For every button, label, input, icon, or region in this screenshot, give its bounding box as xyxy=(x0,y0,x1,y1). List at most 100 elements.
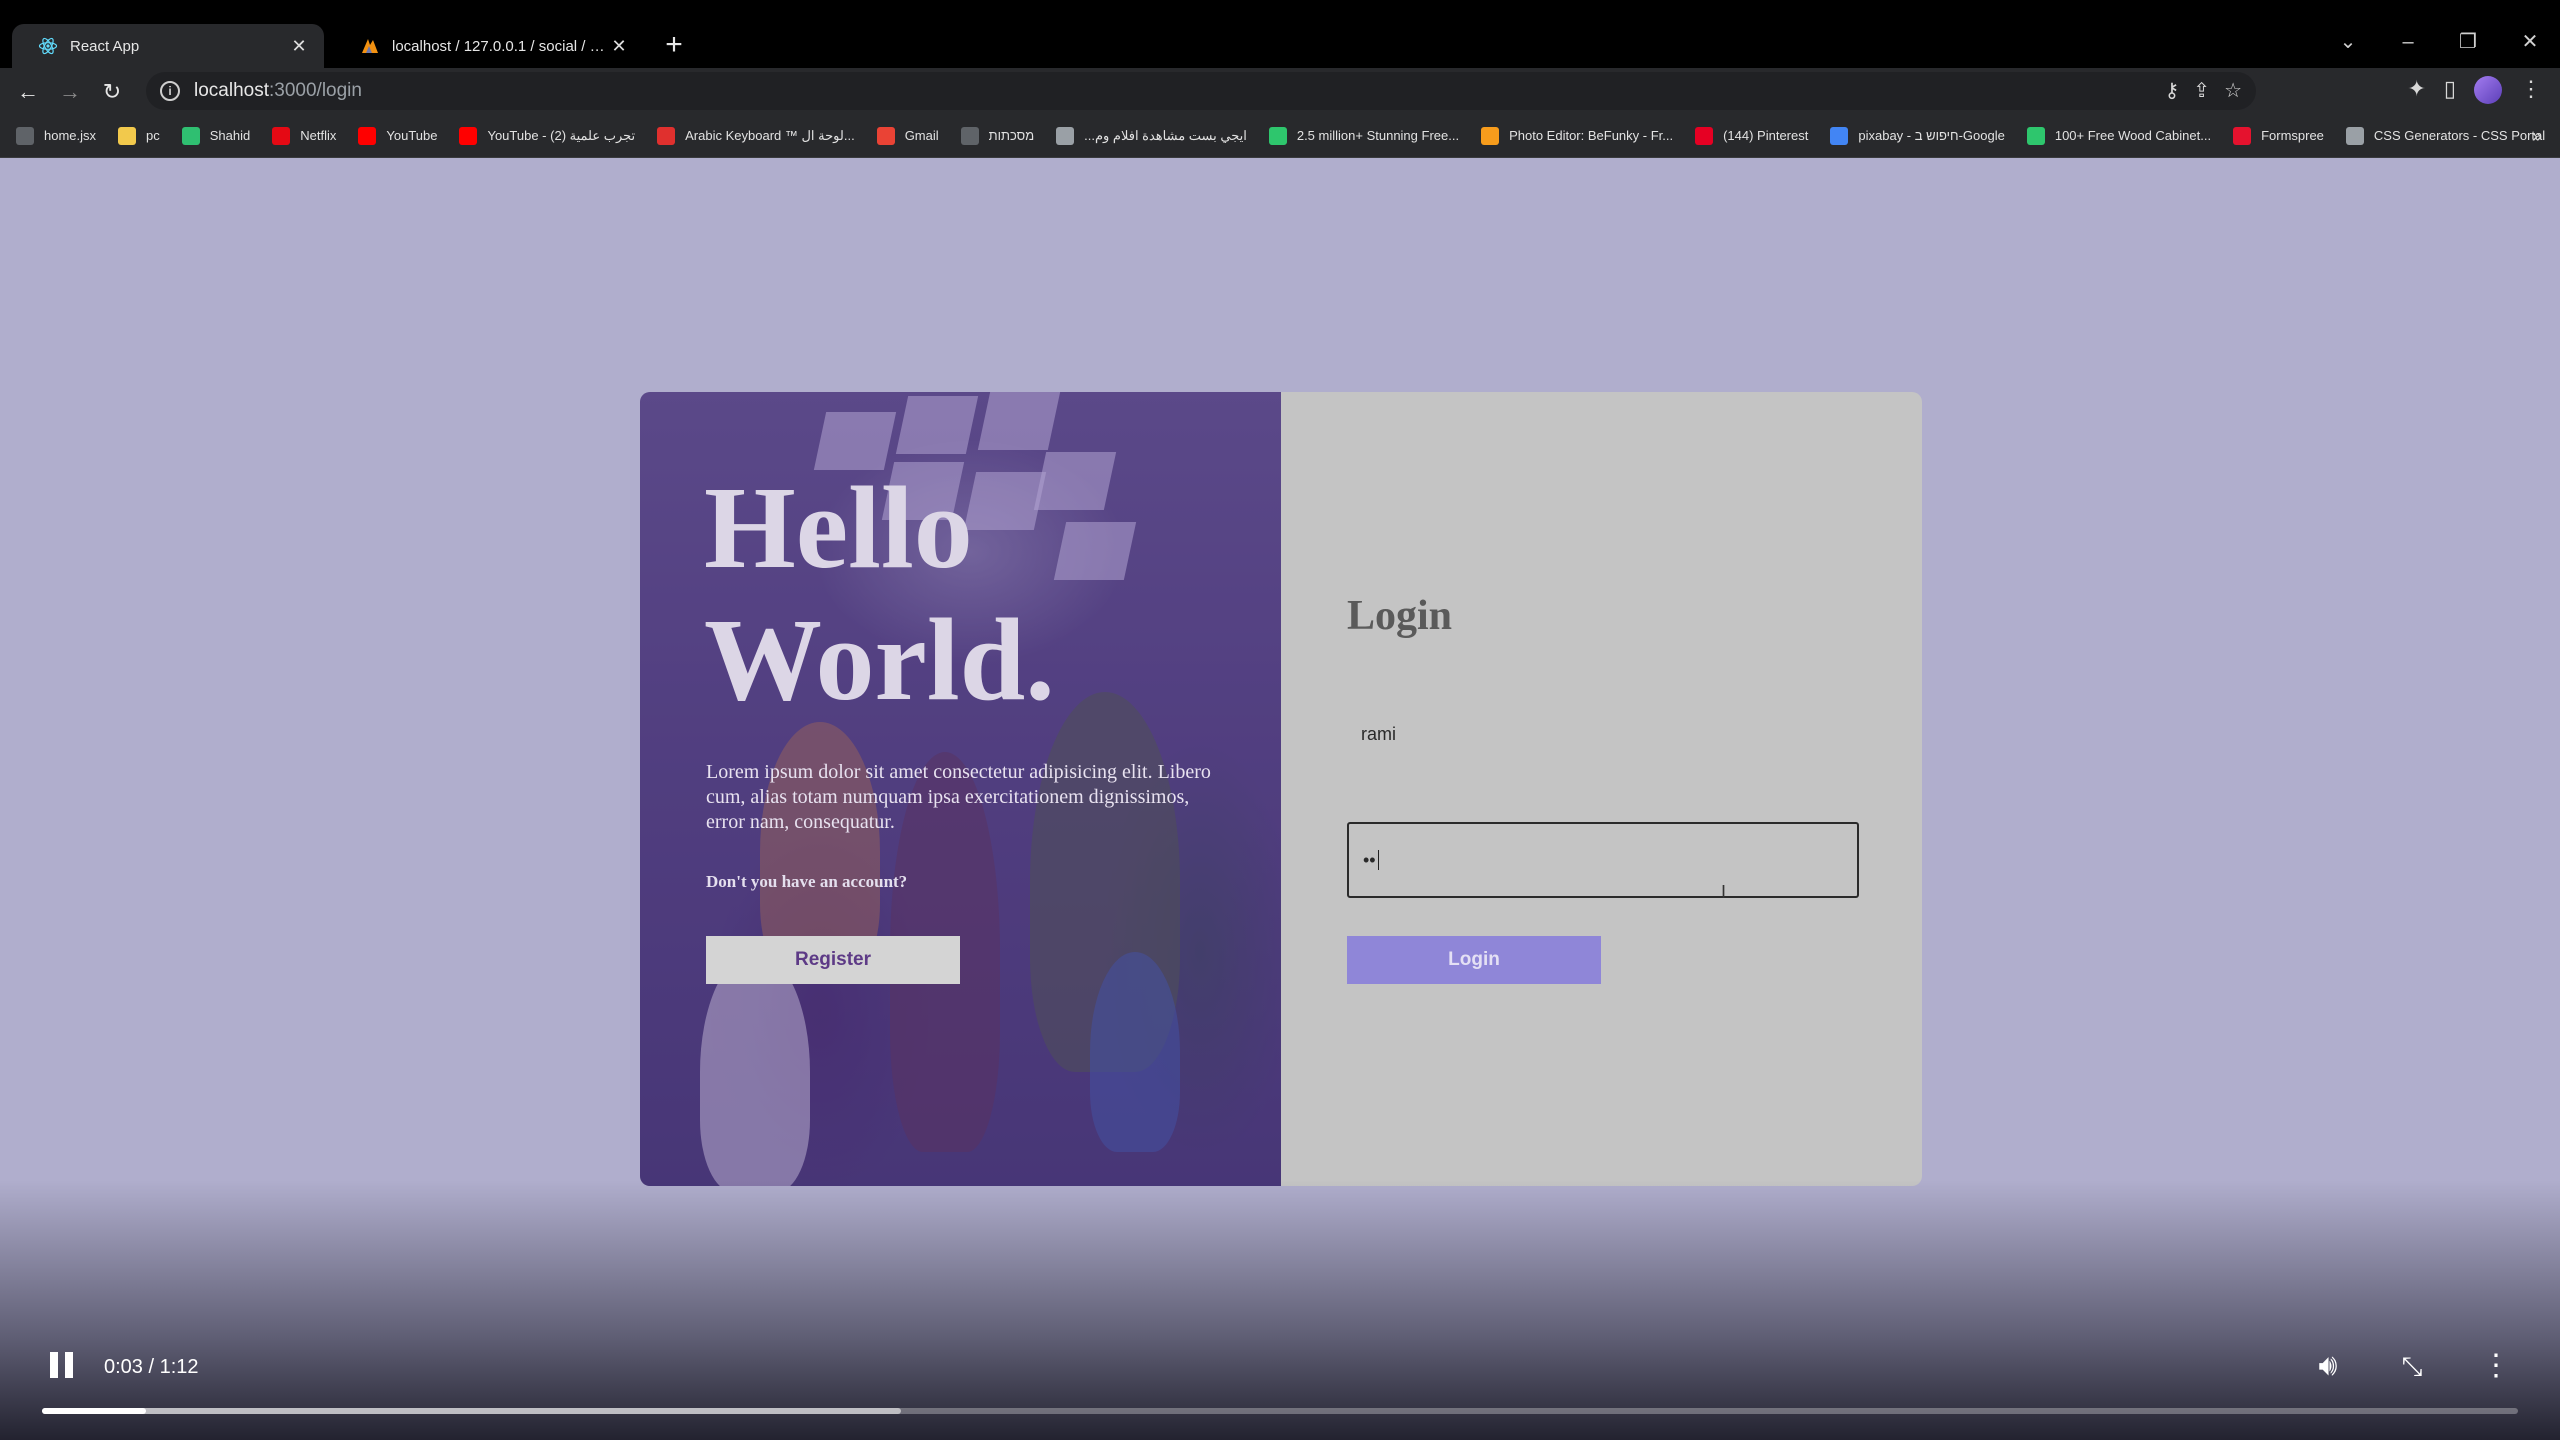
bookmark-label: Gmail xyxy=(904,128,939,143)
played-bar xyxy=(42,1408,146,1414)
youtube-icon xyxy=(358,126,377,145)
info-icon[interactable]: i xyxy=(160,81,180,101)
browser-toolbar: ← → ↻ i localhost:3000/login ⚷ ⇪ ☆ ✦ ▯ ⋮ xyxy=(0,68,2560,114)
bookmark-item[interactable]: Gmail xyxy=(876,126,939,145)
video-time: 0:03 / 1:12 xyxy=(104,1356,199,1378)
buffered-bar xyxy=(42,1408,902,1414)
pinterest-icon xyxy=(1695,126,1714,145)
hero-heading: Hello World. xyxy=(704,462,1055,725)
gmail-icon xyxy=(876,126,895,145)
folder-icon xyxy=(118,126,137,145)
pen-icon xyxy=(960,126,979,145)
shahid-icon xyxy=(181,126,200,145)
hero-panel: Hello World. Lorem ipsum dolor sit amet … xyxy=(640,392,1281,1186)
youtube-icon xyxy=(459,126,478,145)
text-cursor-icon: I xyxy=(1721,882,1727,902)
bookmark-label: Netflix xyxy=(300,128,337,143)
bookmark-item[interactable]: YouTube xyxy=(358,126,438,145)
bookmark-label: 100+ Free Wood Cabinet... xyxy=(2054,128,2212,143)
bookmark-item[interactable]: pixabay - חיפוש ב-Google xyxy=(1830,126,2005,145)
back-icon[interactable]: ← xyxy=(12,76,44,108)
film-icon xyxy=(1056,126,1075,145)
befunky-icon xyxy=(1481,126,1500,145)
address-bar[interactable]: i localhost:3000/login ⚷ ⇪ ☆ xyxy=(146,72,2256,110)
bookmark-item[interactable]: Arabic Keyboard ™ لوحة ال... xyxy=(657,126,855,145)
bookmark-label: Formspree xyxy=(2261,128,2324,143)
netflix-icon xyxy=(272,126,291,145)
close-icon[interactable]: ✕ xyxy=(608,35,630,57)
login-card: Hello World. Lorem ipsum dolor sit amet … xyxy=(640,392,1922,1186)
bookmark-label: pc xyxy=(146,128,160,143)
bookmark-item[interactable]: 100+ Free Wood Cabinet... xyxy=(2026,126,2212,145)
tab-search-icon[interactable]: ⌄ xyxy=(2328,26,2368,58)
extensions-icon[interactable]: ✦ xyxy=(2407,76,2425,104)
register-button[interactable]: Register xyxy=(706,936,960,984)
cssportal-icon xyxy=(2345,126,2364,145)
username-input[interactable]: rami xyxy=(1347,714,1857,754)
bookmark-item[interactable]: Photo Editor: BeFunky - Fr... xyxy=(1481,126,1674,145)
no-account-text: Don't you have an account? xyxy=(706,872,908,891)
bookmark-item[interactable]: Shahid xyxy=(181,126,250,145)
google-icon xyxy=(1830,126,1849,145)
bookmark-item[interactable]: home.jsx xyxy=(16,126,97,145)
bookmarks-bar: home.jsx pc Shahid Netflix YouTube YouTube - … xyxy=(0,114,2560,158)
phpmyadmin-icon xyxy=(360,36,380,56)
pixabay-icon xyxy=(1268,126,1287,145)
tab-title: React App xyxy=(70,37,140,55)
reload-icon[interactable]: ↻ xyxy=(96,76,128,108)
bookmark-label: Arabic Keyboard ™ لوحة ال... xyxy=(685,127,855,143)
pixabay-icon xyxy=(2026,126,2045,145)
browser-tab-bar: React App ✕ localhost / 127.0.0.1 / soci… xyxy=(0,0,2560,68)
bookmark-item[interactable]: Netflix xyxy=(272,126,337,145)
bookmark-item[interactable]: מסכתות xyxy=(960,126,1035,145)
volume-icon[interactable]: 🔊︎ xyxy=(2308,1348,2348,1384)
bookmark-item[interactable]: (144) Pinterest xyxy=(1695,126,1809,145)
bookmark-item[interactable]: Formspree xyxy=(2233,126,2324,145)
bookmark-label: Photo Editor: BeFunky - Fr... xyxy=(1509,128,1674,143)
bookmark-item[interactable]: pc xyxy=(118,126,160,145)
avatar[interactable] xyxy=(2474,76,2502,104)
exit-fullscreen-icon[interactable]: ⤡ xyxy=(2392,1348,2432,1384)
login-button[interactable]: Login xyxy=(1347,936,1601,984)
bookmark-label: home.jsx xyxy=(44,128,97,143)
video-progress-bar[interactable] xyxy=(42,1408,2518,1414)
new-tab-button[interactable]: + xyxy=(658,30,690,62)
keyboard-icon xyxy=(657,126,676,145)
bookmark-item[interactable]: CSS Generators - CSS Portal xyxy=(2345,126,2546,145)
bookmark-label: CSS Generators - CSS Portal xyxy=(2373,128,2546,143)
more-options-icon[interactable]: ⋮ xyxy=(2476,1348,2516,1384)
tab-react-app[interactable]: React App ✕ xyxy=(12,24,324,68)
formspree-icon xyxy=(2233,126,2252,145)
share-icon[interactable]: ⇪ xyxy=(2193,78,2210,103)
side-panel-icon[interactable]: ▯ xyxy=(2444,76,2456,104)
close-window-button[interactable]: ✕ xyxy=(2510,26,2550,58)
login-title: Login xyxy=(1347,593,1453,639)
menu-icon[interactable]: ⋮ xyxy=(2520,76,2542,104)
tab-title: localhost / 127.0.0.1 / social / users |… xyxy=(392,37,608,55)
close-icon[interactable]: ✕ xyxy=(288,35,310,57)
url-text[interactable]: localhost:3000/login xyxy=(194,80,362,102)
react-icon xyxy=(38,36,58,56)
bookmark-item[interactable]: 2.5 million+ Stunning Free... xyxy=(1268,126,1460,145)
restore-button[interactable]: ❐ xyxy=(2448,26,2488,58)
bookmark-item[interactable]: YouTube - تجرب علمية (2) xyxy=(459,126,636,145)
bookmark-label: YouTube xyxy=(386,128,438,143)
tab-phpmyadmin[interactable]: localhost / 127.0.0.1 / social / users |… xyxy=(334,24,644,68)
bookmark-item[interactable]: ...ايجي بست مشاهدة افلام وم xyxy=(1056,126,1247,145)
bookmark-label: מסכתות xyxy=(988,128,1035,143)
minimize-button[interactable]: – xyxy=(2388,26,2428,58)
bookmark-label: 2.5 million+ Stunning Free... xyxy=(1296,128,1460,143)
bookmark-label: (144) Pinterest xyxy=(1723,128,1809,143)
bookmark-label: YouTube - تجرب علمية (2) xyxy=(487,127,636,143)
star-icon[interactable]: ☆ xyxy=(2224,78,2242,103)
globe-icon xyxy=(16,126,34,145)
login-form-panel: Login rami •• I Login xyxy=(1281,392,1922,1186)
key-icon[interactable]: ⚷ xyxy=(2165,78,2180,103)
more-bookmarks-icon[interactable]: » xyxy=(2532,126,2542,147)
pause-icon[interactable] xyxy=(50,1352,78,1380)
bookmark-label: ...ايجي بست مشاهدة افلام وم xyxy=(1084,127,1247,143)
password-input[interactable]: •• xyxy=(1347,822,1859,898)
video-controls-overlay xyxy=(0,1180,2560,1440)
hero-description: Lorem ipsum dolor sit amet consectetur a… xyxy=(706,761,1211,833)
forward-icon[interactable]: → xyxy=(54,76,86,108)
